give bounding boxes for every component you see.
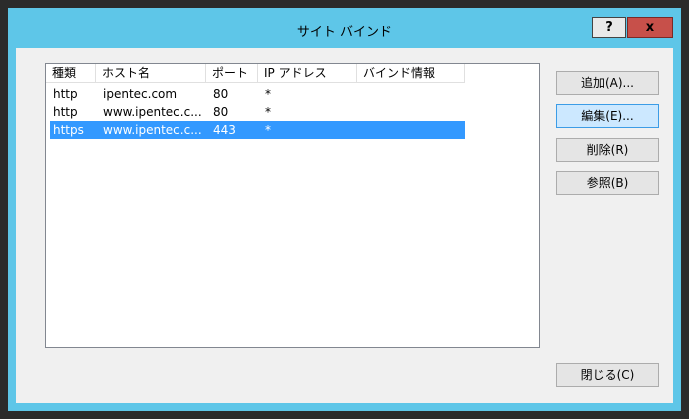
close-window-button[interactable]: x — [627, 17, 673, 38]
title-bar[interactable]: サイト バインド ? x — [8, 8, 681, 48]
table-row[interactable]: http www.ipentec.c... 80 * — [50, 103, 465, 121]
table-row-selected[interactable]: https www.ipentec.c... 443 * — [50, 121, 465, 139]
cell-type: https — [53, 123, 84, 137]
help-button[interactable]: ? — [592, 17, 626, 38]
browse-button[interactable]: 参照(B) — [556, 171, 659, 195]
column-header-ip[interactable]: IP アドレス — [258, 64, 357, 83]
cell-port: 80 — [213, 105, 229, 119]
cell-binding-info — [364, 103, 464, 121]
list-header: 種類 ホスト名 ポート IP アドレス バインド情報 — [46, 64, 539, 84]
cell-binding-info — [364, 85, 464, 103]
site-bindings-dialog: サイト バインド ? x 種類 ホスト名 ポート IP アドレス バインド情報 … — [8, 8, 681, 411]
dialog-client-area: 種類 ホスト名 ポート IP アドレス バインド情報 http ipentec.… — [16, 48, 673, 403]
column-header-binding-info[interactable]: バインド情報 — [357, 64, 465, 83]
table-row[interactable]: http ipentec.com 80 * — [50, 85, 465, 103]
close-button[interactable]: 閉じる(C) — [556, 363, 659, 387]
cell-ip: * — [265, 123, 271, 137]
cell-type: http — [53, 105, 78, 119]
cell-type: http — [53, 87, 78, 101]
cell-ip: * — [265, 105, 271, 119]
cell-port: 443 — [213, 123, 236, 137]
add-button[interactable]: 追加(A)... — [556, 71, 659, 95]
column-header-host[interactable]: ホスト名 — [96, 64, 206, 83]
window-title: サイト バインド — [296, 25, 393, 40]
cell-host: www.ipentec.c... — [103, 123, 202, 137]
cell-ip: * — [265, 87, 271, 101]
cell-host: ipentec.com — [103, 87, 178, 101]
cell-port: 80 — [213, 87, 229, 101]
column-header-port[interactable]: ポート — [206, 64, 258, 83]
bindings-list[interactable]: 種類 ホスト名 ポート IP アドレス バインド情報 http ipentec.… — [45, 63, 540, 348]
column-header-type[interactable]: 種類 — [46, 64, 96, 83]
edit-button[interactable]: 編集(E)... — [556, 104, 659, 128]
delete-button[interactable]: 削除(R) — [556, 138, 659, 162]
cell-binding-info — [364, 121, 464, 139]
cell-host: www.ipentec.c... — [103, 105, 202, 119]
